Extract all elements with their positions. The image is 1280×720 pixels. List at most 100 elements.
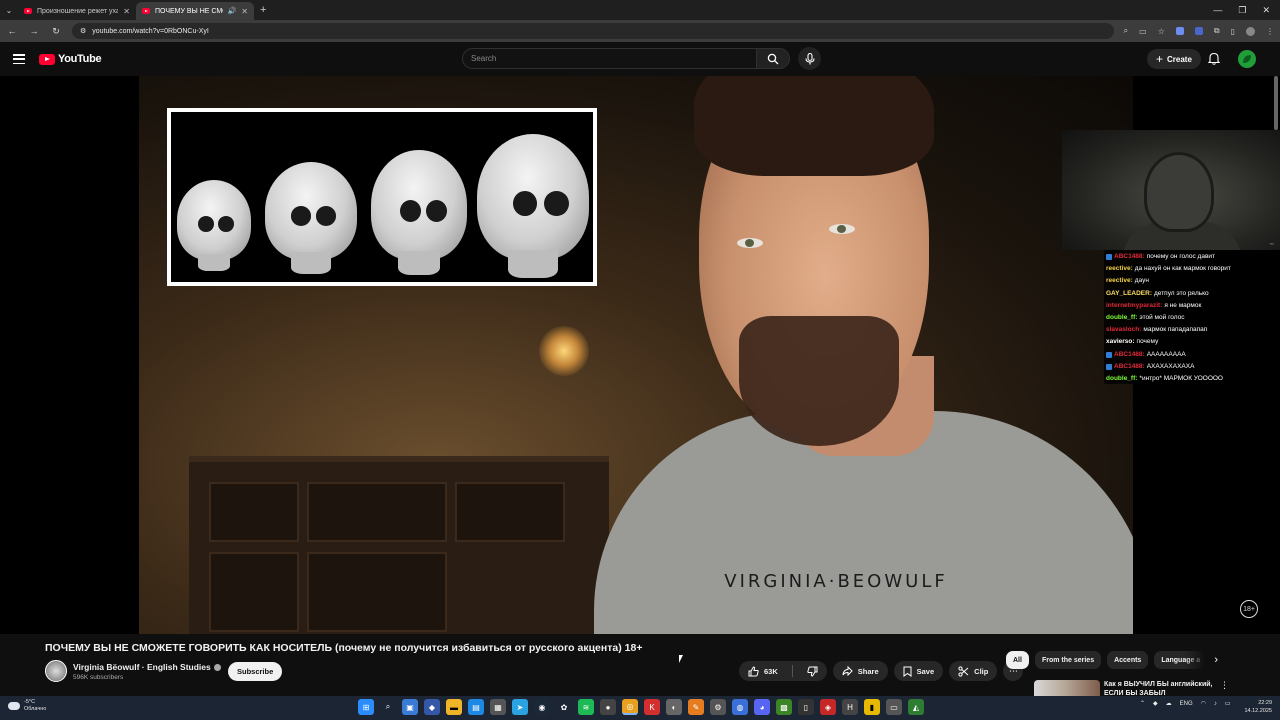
tab-search-icon[interactable]: ⌄: [0, 1, 18, 19]
photos-app-icon[interactable]: ▣: [402, 699, 418, 715]
volume-icon[interactable]: ♪: [1214, 701, 1217, 707]
vpn-app-icon[interactable]: ◆: [424, 699, 440, 715]
like-dislike-group: 63K: [739, 661, 827, 681]
chat-badge-icon: [1106, 254, 1112, 261]
url-text: youtube.com/watch?v=0RbONCu-XyI: [92, 27, 209, 35]
tool-app-icon[interactable]: ▭: [886, 699, 902, 715]
chat-message: ABC1488: АХАХАХАХАХА: [1106, 361, 1278, 373]
recommended-video[interactable]: Как я ВЫУЧИЛ БЫ английский, ЕСЛИ БЫ ЗАБЫ…: [1034, 678, 1274, 696]
tray-chevron-icon[interactable]: ⌃: [1140, 700, 1145, 707]
save-label: Save: [916, 666, 935, 676]
chat-message: GAY_LEADER: детпул это рялько: [1106, 289, 1209, 297]
channel-name[interactable]: Virginia Bëowulf · English Studies: [73, 662, 221, 672]
minimize-icon[interactable]: —: [1213, 5, 1222, 16]
zoom-icon[interactable]: ⌕: [1124, 26, 1128, 36]
chip-accents[interactable]: Accents: [1107, 651, 1149, 669]
translate-extension-icon[interactable]: [1175, 27, 1184, 35]
mouse-cursor-icon: [679, 655, 683, 663]
notifications-button[interactable]: [1207, 52, 1221, 70]
taskbar-search-icon[interactable]: ⌕: [380, 699, 396, 715]
side-panel-icon[interactable]: ▯: [1231, 27, 1235, 36]
terminal-icon[interactable]: ▯: [798, 699, 814, 715]
site-info-icon[interactable]: ⚙: [80, 27, 86, 35]
tray-app-icon[interactable]: ◆: [1153, 700, 1158, 707]
browser-tab-1[interactable]: Произношение режет уха: что ✕: [18, 2, 136, 20]
thumbs-down-icon: [807, 666, 818, 677]
tray-cloud-icon[interactable]: ☁: [1166, 700, 1172, 707]
youtube-play-logo-icon: [39, 53, 55, 65]
save-button[interactable]: Save: [893, 661, 944, 681]
create-button[interactable]: + Create: [1147, 49, 1201, 69]
audio-playing-icon[interactable]: 🔊: [228, 7, 237, 15]
close-window-icon[interactable]: ✕: [1262, 5, 1270, 16]
clip-label: Clip: [974, 666, 989, 676]
taskbar-apps: ⊞ ⌕ ▣ ◆ ▬ ▤ ▦ ➤ ◉ ✿ ≋ ● ◎ K ◐ ✎ ⚙ ◍ ◕ ▩ …: [358, 699, 924, 715]
subscribe-button[interactable]: Subscribe: [228, 662, 283, 681]
chip-all[interactable]: All: [1006, 651, 1029, 669]
more-vertical-icon[interactable]: ⋮: [1220, 680, 1229, 691]
bookmark-star-icon[interactable]: ☆: [1158, 27, 1165, 36]
new-tab-button[interactable]: +: [254, 4, 272, 16]
app-k-icon[interactable]: K: [644, 699, 660, 715]
start-windows-icon[interactable]: ⊞: [358, 699, 374, 715]
chip-language[interactable]: Language a: [1154, 651, 1207, 669]
store-app-icon[interactable]: ▤: [468, 699, 484, 715]
search-button[interactable]: [757, 48, 790, 69]
extension-icon[interactable]: [1194, 27, 1203, 35]
discord-icon[interactable]: ◕: [754, 699, 770, 715]
chrome-icon[interactable]: ◎: [622, 699, 638, 715]
browser-alt-icon[interactable]: ◐: [666, 699, 682, 715]
file-explorer-icon[interactable]: ▬: [446, 699, 462, 715]
wifi-icon[interactable]: ◠: [1201, 700, 1206, 707]
spotify-icon[interactable]: ≋: [578, 699, 594, 715]
recommended-title[interactable]: Как я ВЫУЧИЛ БЫ английский, ЕСЛИ БЫ ЗАБЫ…: [1104, 680, 1224, 696]
battery-icon[interactable]: ▭: [1225, 700, 1231, 707]
chip-from-the-series[interactable]: From the series: [1034, 651, 1102, 669]
obs-icon[interactable]: ●: [600, 699, 616, 715]
channel-avatar[interactable]: [45, 660, 67, 682]
streamer-webcam: ▪▪▪: [1062, 130, 1280, 250]
system-clock[interactable]: 22:29 14.12.2025: [1244, 699, 1272, 715]
background-lamp: [539, 326, 589, 376]
youtube-logo[interactable]: YouTube: [39, 53, 102, 65]
share-button[interactable]: Share: [832, 661, 888, 681]
voice-search-button[interactable]: [798, 47, 821, 70]
yellow-app-icon[interactable]: ▮: [864, 699, 880, 715]
guide-menu-icon[interactable]: [13, 54, 25, 64]
chatgpt-icon[interactable]: ✿: [556, 699, 572, 715]
page-scrollbar[interactable]: [1274, 76, 1278, 130]
address-bar[interactable]: ⚙ youtube.com/watch?v=0RbONCu-XyI: [72, 23, 1114, 39]
recommended-thumbnail[interactable]: [1034, 680, 1100, 696]
browser-menu-icon[interactable]: ⋮: [1266, 27, 1274, 36]
back-icon[interactable]: ←: [6, 26, 18, 36]
calculator-icon[interactable]: ▦: [490, 699, 506, 715]
close-tab-icon[interactable]: ✕: [241, 7, 248, 16]
minecraft-icon[interactable]: ▩: [776, 699, 792, 715]
globe-app-icon[interactable]: ◍: [732, 699, 748, 715]
steam-icon[interactable]: ◉: [534, 699, 550, 715]
extensions-puzzle-icon[interactable]: ⧉: [1214, 26, 1220, 36]
cast-icon[interactable]: ▭: [1139, 27, 1147, 36]
pen-app-icon[interactable]: ✎: [688, 699, 704, 715]
browser-tab-2[interactable]: ПОЧЕМУ ВЫ НЕ СМОЖЕТЕ Г 🔊 ✕: [136, 2, 254, 20]
account-avatar[interactable]: [1238, 50, 1256, 68]
green-app-icon[interactable]: ◭: [908, 699, 924, 715]
dislike-button[interactable]: [798, 661, 827, 681]
profile-avatar-icon[interactable]: [1246, 26, 1255, 36]
clip-button[interactable]: Clip: [949, 661, 998, 681]
telegram-icon[interactable]: ➤: [512, 699, 528, 715]
search-input[interactable]: Search: [462, 48, 757, 69]
chat-badge-icon: [1106, 351, 1112, 358]
close-tab-icon[interactable]: ✕: [123, 7, 130, 16]
like-button[interactable]: 63K: [739, 661, 787, 681]
h-app-icon[interactable]: H: [842, 699, 858, 715]
forward-icon[interactable]: →: [28, 26, 40, 36]
input-language[interactable]: ENG: [1180, 701, 1193, 707]
chevron-right-icon[interactable]: ›: [1214, 654, 1218, 666]
red-app-icon[interactable]: ◈: [820, 699, 836, 715]
maximize-icon[interactable]: ❐: [1238, 5, 1246, 16]
settings-app-icon[interactable]: ⚙: [710, 699, 726, 715]
reload-icon[interactable]: ↻: [50, 26, 62, 37]
chat-message: double_ff: этой мой голос: [1106, 314, 1185, 322]
weather-widget[interactable]: -5°C Облачно: [8, 699, 46, 713]
